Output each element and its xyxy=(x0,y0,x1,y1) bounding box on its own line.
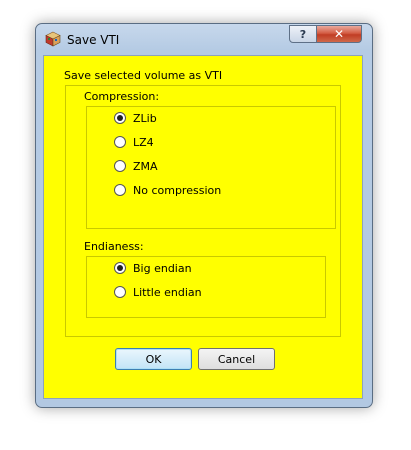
radio-little-endian[interactable]: Little endian xyxy=(114,284,202,300)
window-title: Save VTI xyxy=(67,33,120,47)
radio-label: Big endian xyxy=(133,261,192,275)
radio-label: LZ4 xyxy=(133,135,154,149)
radio-button[interactable] xyxy=(114,160,126,172)
radio-big-endian[interactable]: Big endian xyxy=(114,260,192,276)
radio-button[interactable] xyxy=(114,262,126,274)
cancel-button[interactable]: Cancel xyxy=(198,348,275,370)
radio-label: Little endian xyxy=(133,285,202,299)
radio-label: ZMA xyxy=(133,159,158,173)
radio-zma[interactable]: ZMA xyxy=(114,158,158,174)
close-icon: ✕ xyxy=(333,27,345,41)
endianess-label: Endianess: xyxy=(84,240,144,253)
dialog-heading: Save selected volume as VTI xyxy=(64,69,223,82)
title-bar[interactable]: Save VTI ? ✕ xyxy=(36,24,372,56)
radio-button[interactable] xyxy=(114,112,126,124)
help-button[interactable]: ? xyxy=(289,25,317,43)
radio-button[interactable] xyxy=(114,136,126,148)
radio-button[interactable] xyxy=(114,184,126,196)
radio-lz4[interactable]: LZ4 xyxy=(114,134,154,150)
dialog-client-area: Save selected volume as VTI Compression:… xyxy=(43,55,363,399)
radio-label: ZLib xyxy=(133,111,157,125)
ok-button[interactable]: OK xyxy=(115,348,192,370)
close-button[interactable]: ✕ xyxy=(316,25,362,43)
radio-button[interactable] xyxy=(114,286,126,298)
compression-label: Compression: xyxy=(84,90,160,103)
3d-cube-icon xyxy=(45,31,61,47)
help-icon: ? xyxy=(299,27,307,41)
radio-label: No compression xyxy=(133,183,222,197)
save-vti-dialog: Save VTI ? ✕ Save selected volume as VTI… xyxy=(35,23,373,408)
radio-zlib[interactable]: ZLib xyxy=(114,110,157,126)
radio-no-compression[interactable]: No compression xyxy=(114,182,221,198)
